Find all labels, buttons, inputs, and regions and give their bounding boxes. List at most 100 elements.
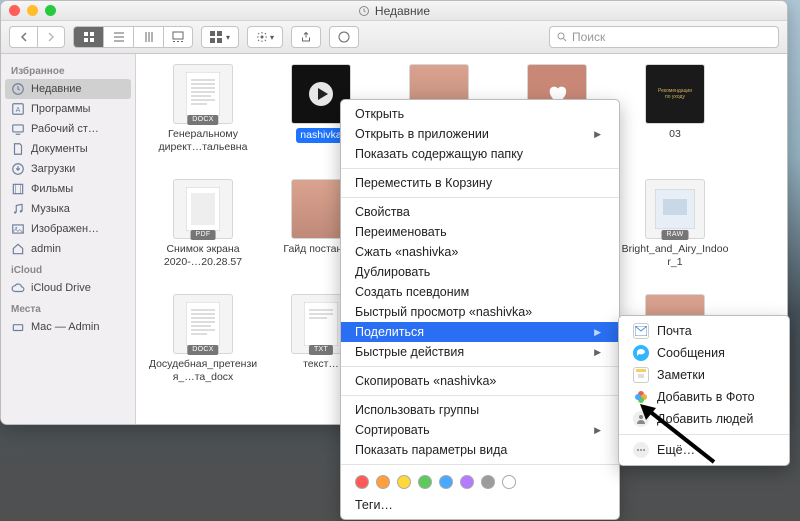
menu-item[interactable]: Быстрый просмотр «nashivka» <box>341 302 619 322</box>
menu-item-label: Открыть в приложении <box>355 127 489 141</box>
sidebar-item[interactable]: Недавние <box>5 79 131 99</box>
share-button[interactable] <box>291 26 321 48</box>
menu-item[interactable]: Скопировать «nashivka» <box>341 371 619 391</box>
sidebar-item-label: admin <box>31 243 61 255</box>
home-icon <box>11 242 25 256</box>
image-icon <box>11 222 25 236</box>
tag-color[interactable] <box>376 475 390 489</box>
view-icon-button[interactable] <box>73 26 103 48</box>
menu-item-label: Показать содержащую папку <box>355 147 523 161</box>
menu-item[interactable]: Быстрые действия▶ <box>341 342 619 362</box>
sidebar-item[interactable]: Фильмы <box>1 179 135 199</box>
submenu-item[interactable]: Заметки <box>619 364 789 386</box>
submenu-item[interactable]: Сообщения <box>619 342 789 364</box>
menu-item[interactable]: Переименовать <box>341 222 619 242</box>
menu-item-label: Создать псевдоним <box>355 285 469 299</box>
sidebar-item-label: Изображен… <box>31 223 99 235</box>
zoom-icon[interactable] <box>45 5 56 16</box>
file-label: Досудебная_претензия_…та_docx <box>148 358 258 383</box>
file-item[interactable]: Досудебная_претензия_…та_docx <box>144 294 262 409</box>
toolbar: ▾ ▾ Поиск <box>1 21 787 54</box>
view-segmented <box>73 26 193 48</box>
file-label: 03 <box>669 128 681 141</box>
tag-icon <box>338 31 350 43</box>
submenu-item-label: Почта <box>657 324 692 338</box>
menu-item[interactable]: Создать псевдоним <box>341 282 619 302</box>
menu-item[interactable]: Использовать группы <box>341 400 619 420</box>
menu-item[interactable]: Поделиться▶ <box>341 322 619 342</box>
tag-color[interactable] <box>481 475 495 489</box>
file-item[interactable]: Генеральному директ…тальевна <box>144 64 262 179</box>
submenu-item-label: Сообщения <box>657 346 725 360</box>
menu-item-label: Переименовать <box>355 225 447 239</box>
close-icon[interactable] <box>9 5 20 16</box>
sidebar-item[interactable]: Музыка <box>1 199 135 219</box>
tag-color[interactable] <box>355 475 369 489</box>
apps-icon: A <box>11 102 25 116</box>
sidebar-item[interactable]: Mac — Admin <box>1 317 135 337</box>
action-button[interactable]: ▾ <box>247 26 283 48</box>
tag-clear[interactable] <box>502 475 516 489</box>
tag-color[interactable] <box>439 475 453 489</box>
menu-item-label: Показать параметры вида <box>355 443 507 457</box>
sidebar-item[interactable]: iCloud Drive <box>1 278 135 298</box>
menu-item[interactable]: Открыть <box>341 104 619 124</box>
sidebar-item[interactable]: A Программы <box>1 99 135 119</box>
annotation-arrow <box>636 404 716 464</box>
sidebar-item-label: Программы <box>31 103 90 115</box>
submenu-item-label: Заметки <box>657 368 705 382</box>
search-icon <box>556 31 568 43</box>
menu-item[interactable]: Теги… <box>341 495 619 515</box>
menu-item-label: Сортировать <box>355 423 430 437</box>
tag-color[interactable] <box>460 475 474 489</box>
search-input[interactable]: Поиск <box>549 26 779 48</box>
sidebar-item[interactable]: Рабочий ст… <box>1 119 135 139</box>
window-title: Недавние <box>375 4 430 18</box>
group-button[interactable]: ▾ <box>201 26 239 48</box>
submenu-item[interactable]: Почта <box>619 320 789 342</box>
menu-item[interactable]: Показать параметры вида <box>341 440 619 460</box>
menu-item-label: Переместить в Корзину <box>355 176 492 190</box>
sidebar-section-header: iCloud <box>1 259 135 278</box>
menu-item-label: Скопировать «nashivka» <box>355 374 496 388</box>
cloud-icon <box>11 281 25 295</box>
menu-item[interactable]: Сжать «nashivka» <box>341 242 619 262</box>
sidebar-item-label: Фильмы <box>31 183 73 195</box>
gear-icon <box>256 31 268 43</box>
tags-button[interactable] <box>329 26 359 48</box>
clock-icon <box>11 82 25 96</box>
sidebar-item-label: Рабочий ст… <box>31 123 99 135</box>
tag-color[interactable] <box>397 475 411 489</box>
menu-item[interactable]: Переместить в Корзину <box>341 173 619 193</box>
view-list-button[interactable] <box>103 26 133 48</box>
forward-button[interactable] <box>37 26 65 48</box>
sidebar: ИзбранноеНедавниеAПрограммыРабочий ст…До… <box>1 54 136 424</box>
tag-colors <box>341 469 619 495</box>
view-columns-button[interactable] <box>133 26 163 48</box>
menu-item[interactable]: Дублировать <box>341 262 619 282</box>
file-item[interactable]: Снимок экрана 2020-…20.28.57 <box>144 179 262 294</box>
file-item[interactable]: Рекомендациипо уходу03 <box>616 64 734 179</box>
menu-item-label: Открыть <box>355 107 404 121</box>
file-item[interactable]: Bright_and_Airy_Indoor_1 <box>616 179 734 294</box>
sidebar-item[interactable]: Документы <box>1 139 135 159</box>
tag-color[interactable] <box>418 475 432 489</box>
menu-item[interactable]: Свойства <box>341 202 619 222</box>
menu-item[interactable]: Сортировать▶ <box>341 420 619 440</box>
sidebar-item-label: iCloud Drive <box>31 282 91 294</box>
sidebar-item[interactable]: Загрузки <box>1 159 135 179</box>
minimize-icon[interactable] <box>27 5 38 16</box>
sidebar-item[interactable]: Изображен… <box>1 219 135 239</box>
menu-item[interactable]: Открыть в приложении▶ <box>341 124 619 144</box>
download-icon <box>11 162 25 176</box>
menu-item[interactable]: Показать содержащую папку <box>341 144 619 164</box>
doc-icon <box>11 142 25 156</box>
sidebar-item-label: Документы <box>31 143 88 155</box>
sidebar-item-label: Загрузки <box>31 163 75 175</box>
back-button[interactable] <box>9 26 37 48</box>
share-icon <box>300 31 312 43</box>
file-label: Bright_and_Airy_Indoor_1 <box>620 243 730 268</box>
sidebar-item[interactable]: admin <box>1 239 135 259</box>
menu-item-label: Быстрые действия <box>355 345 464 359</box>
view-gallery-button[interactable] <box>163 26 193 48</box>
